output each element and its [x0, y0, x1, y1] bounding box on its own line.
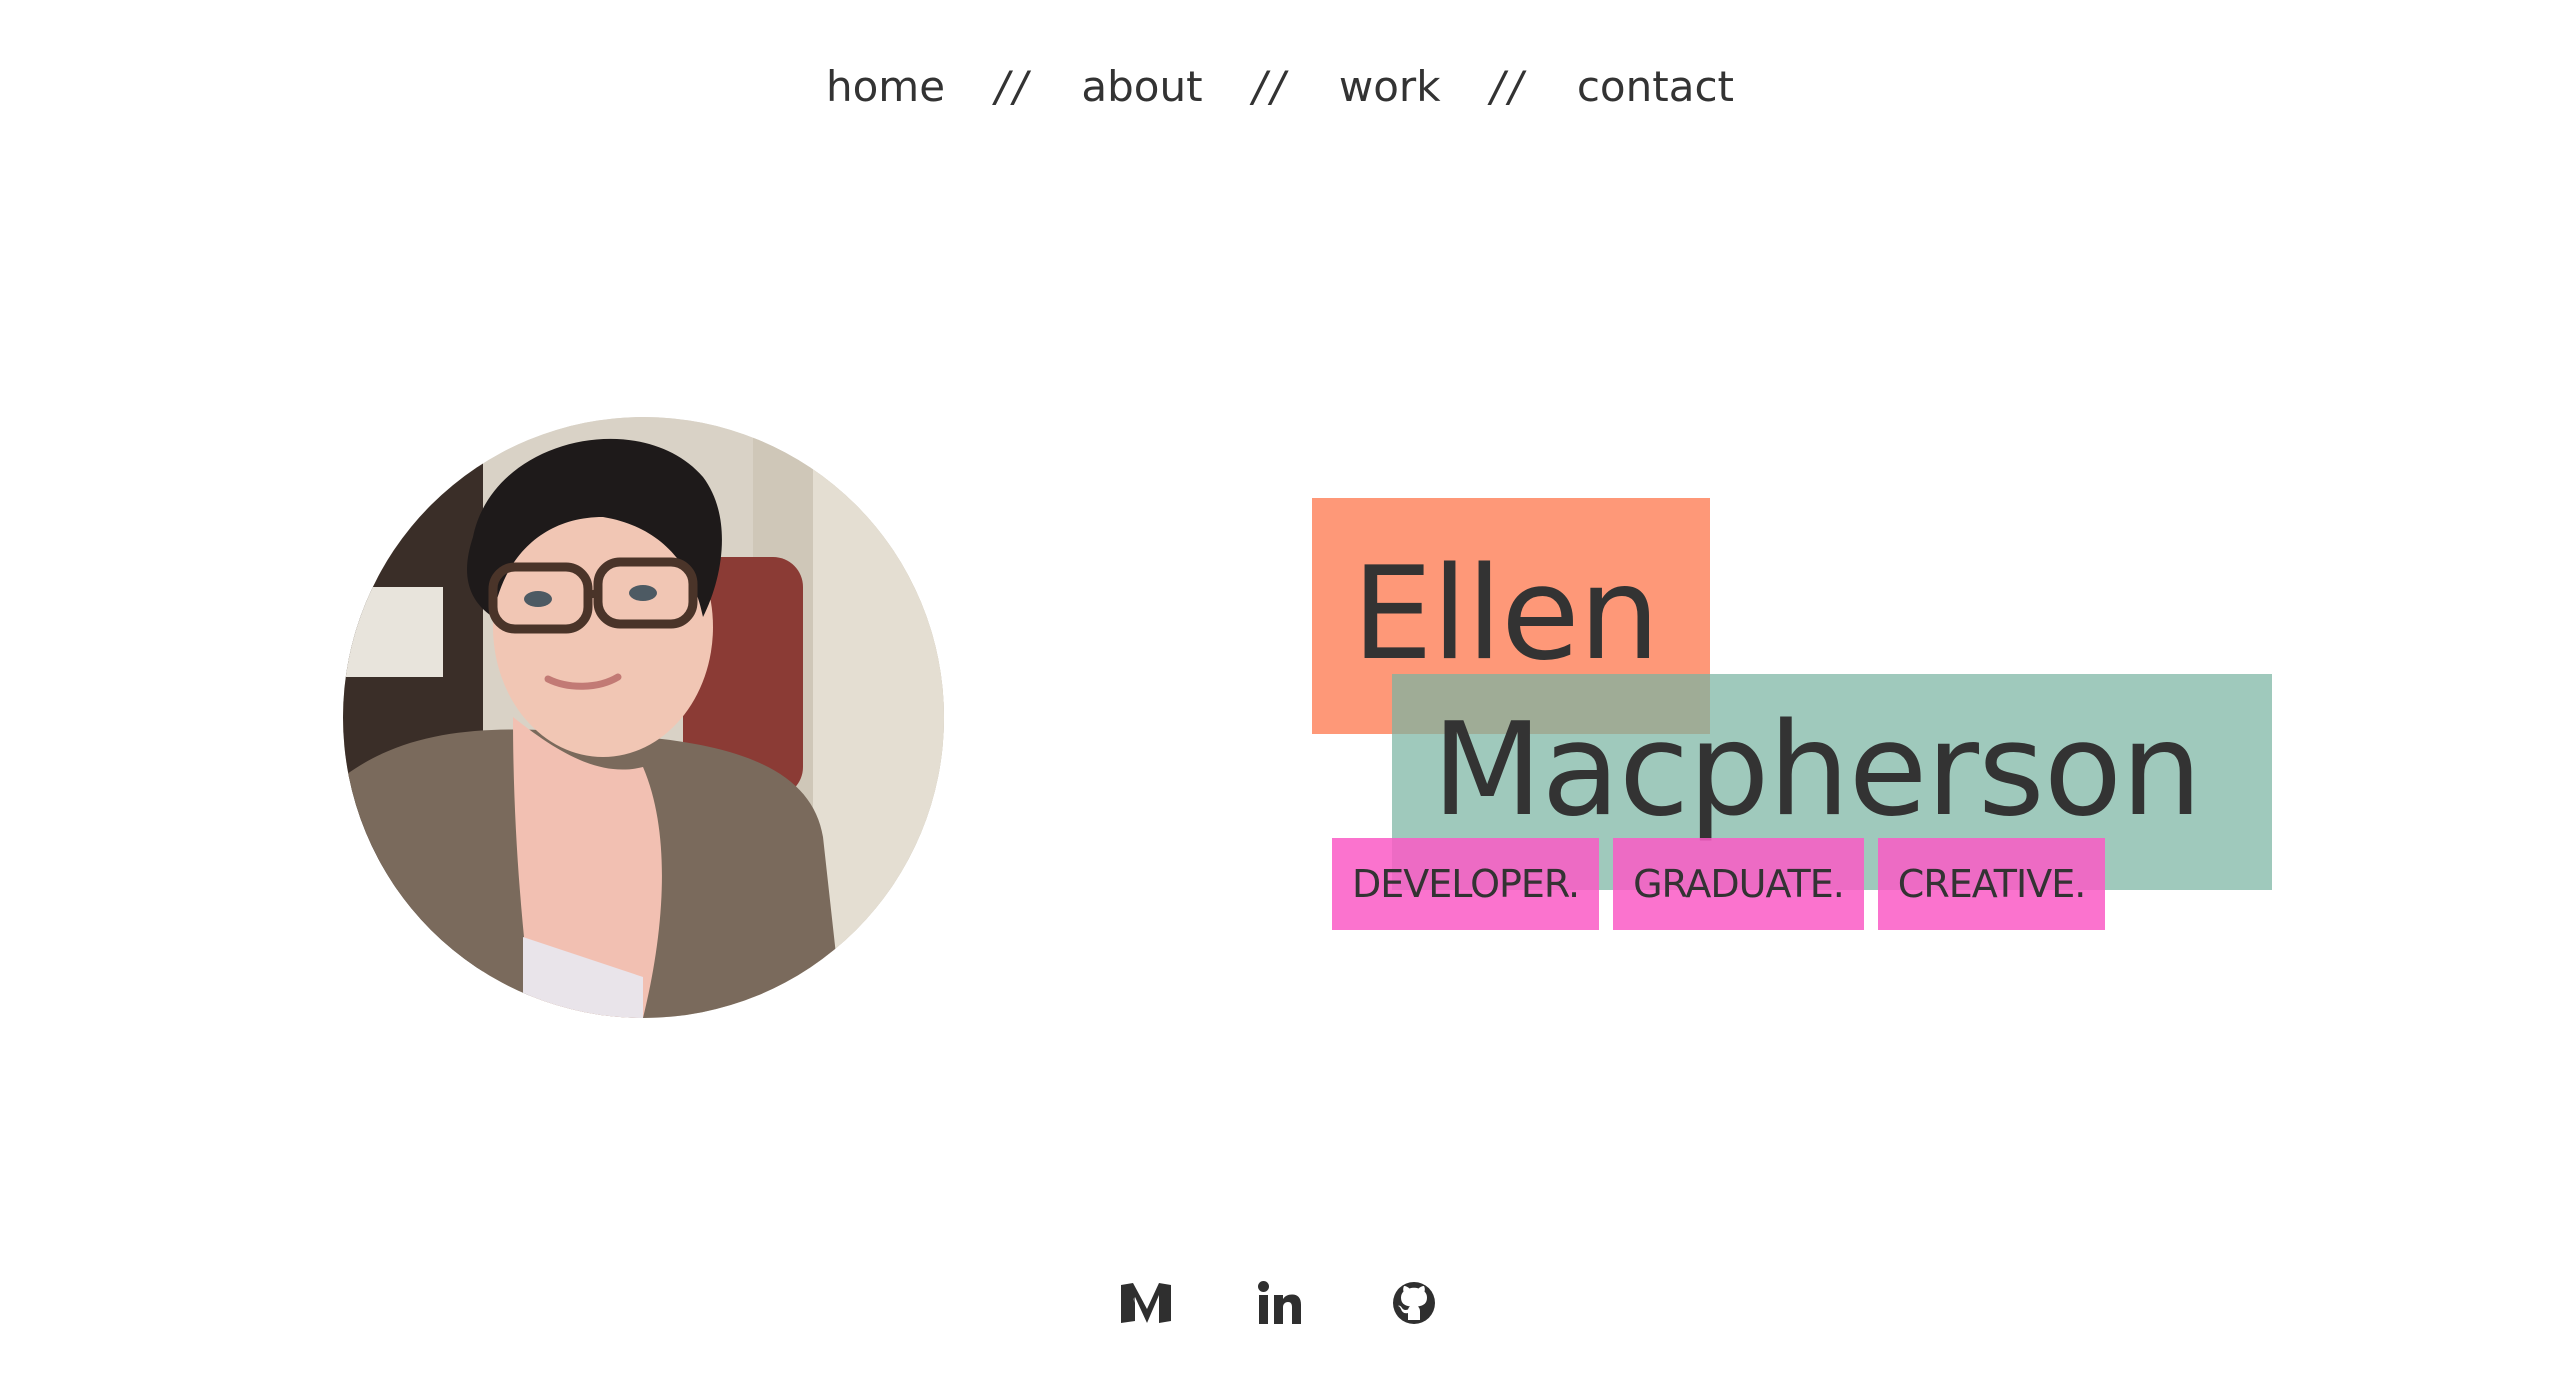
medium-icon[interactable] [1119, 1276, 1173, 1330]
nav-contact-link[interactable]: contact [1577, 62, 1734, 111]
linkedin-icon[interactable] [1253, 1276, 1307, 1330]
nav-separator: // [995, 61, 1032, 111]
tag-graduate: GRADUATE. [1613, 838, 1864, 930]
tag-developer: DEVELOPER. [1332, 838, 1600, 930]
tag-creative: CREATIVE. [1877, 838, 2106, 930]
last-name: Macpherson [1432, 696, 2202, 845]
social-links [0, 1276, 2560, 1330]
page: home // about // work // contact Ellen M… [0, 0, 2560, 1396]
nav-separator: // [1252, 61, 1289, 111]
first-name: Ellen [1352, 540, 1660, 689]
main-nav: home // about // work // contact [0, 56, 2560, 116]
github-icon[interactable] [1387, 1276, 1441, 1330]
profile-photo [343, 417, 944, 1018]
nav-about-link[interactable]: about [1081, 62, 1202, 111]
nav-work-link[interactable]: work [1339, 62, 1441, 111]
nav-home-link[interactable]: home [826, 62, 945, 111]
nav-separator: // [1490, 61, 1527, 111]
role-tags: DEVELOPER. GRADUATE. CREATIVE. [1332, 838, 2106, 930]
